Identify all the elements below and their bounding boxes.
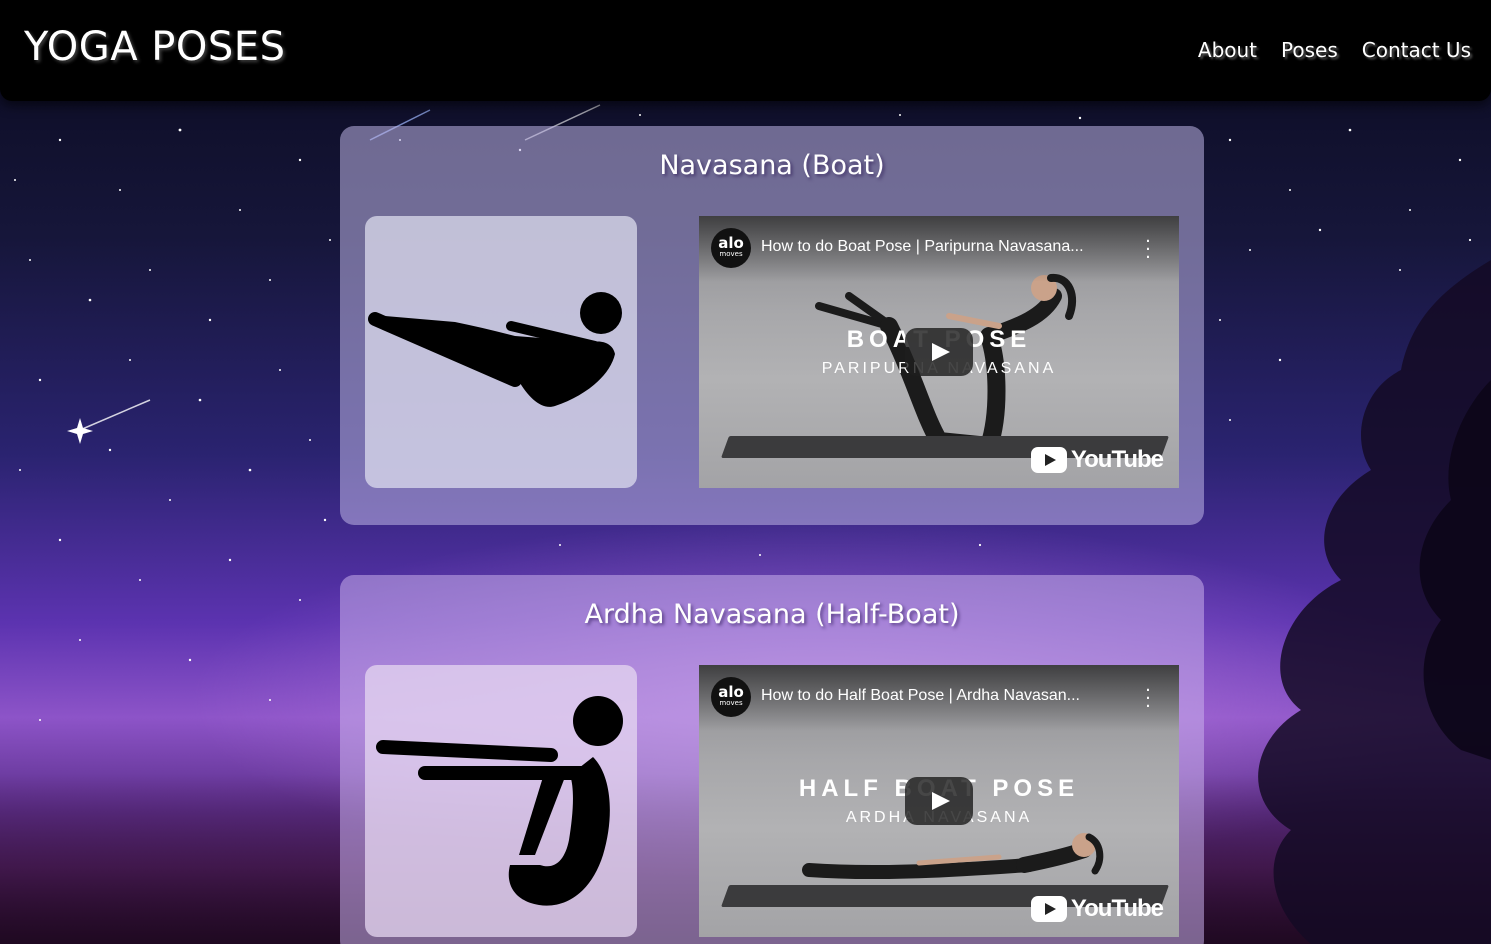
youtube-logo-link[interactable]: YouTube [1030,446,1164,474]
top-navbar: YOGA POSES About Poses Contact Us [0,0,1491,101]
channel-avatar[interactable]: alo moves [711,228,751,268]
more-options-icon[interactable]: · · · [1145,233,1151,267]
pose-title: Navasana (Boat) [659,150,885,181]
boat-pose-icon [365,216,637,488]
site-title[interactable]: YOGA POSES [24,24,285,70]
youtube-video-embed[interactable]: BOAT POSE PARIPURNA NAVASANA alo moves Ho… [699,216,1179,488]
pose-card: Navasana (Boat) BOAT POSE PARIPURNA NAVA… [340,126,1204,525]
main-nav: About Poses Contact Us [1198,38,1471,62]
video-title-link[interactable]: How to do Half Boat Pose | Ardha Navasan… [761,687,1131,705]
half-boat-pose-icon [365,665,637,937]
nav-about[interactable]: About [1198,38,1257,62]
youtube-play-icon [1030,896,1067,922]
channel-avatar[interactable]: alo moves [711,677,751,717]
youtube-logo-link[interactable]: YouTube [1030,895,1164,923]
pose-card: Ardha Navasana (Half-Boat) HALF BOAT POS… [340,575,1204,944]
youtube-play-icon [1030,447,1067,473]
video-title-link[interactable]: How to do Boat Pose | Paripurna Navasana… [761,238,1131,256]
pose-title: Ardha Navasana (Half-Boat) [584,599,960,630]
play-button[interactable] [905,777,973,825]
nav-poses[interactable]: Poses [1281,38,1338,62]
nav-contact-us[interactable]: Contact Us [1362,38,1471,62]
youtube-video-embed[interactable]: HALF BOAT POSE ARDHA NAVASANA alomoves H… [699,665,1179,937]
more-options-icon[interactable]: · · · [1145,682,1151,716]
play-button[interactable] [905,328,973,376]
